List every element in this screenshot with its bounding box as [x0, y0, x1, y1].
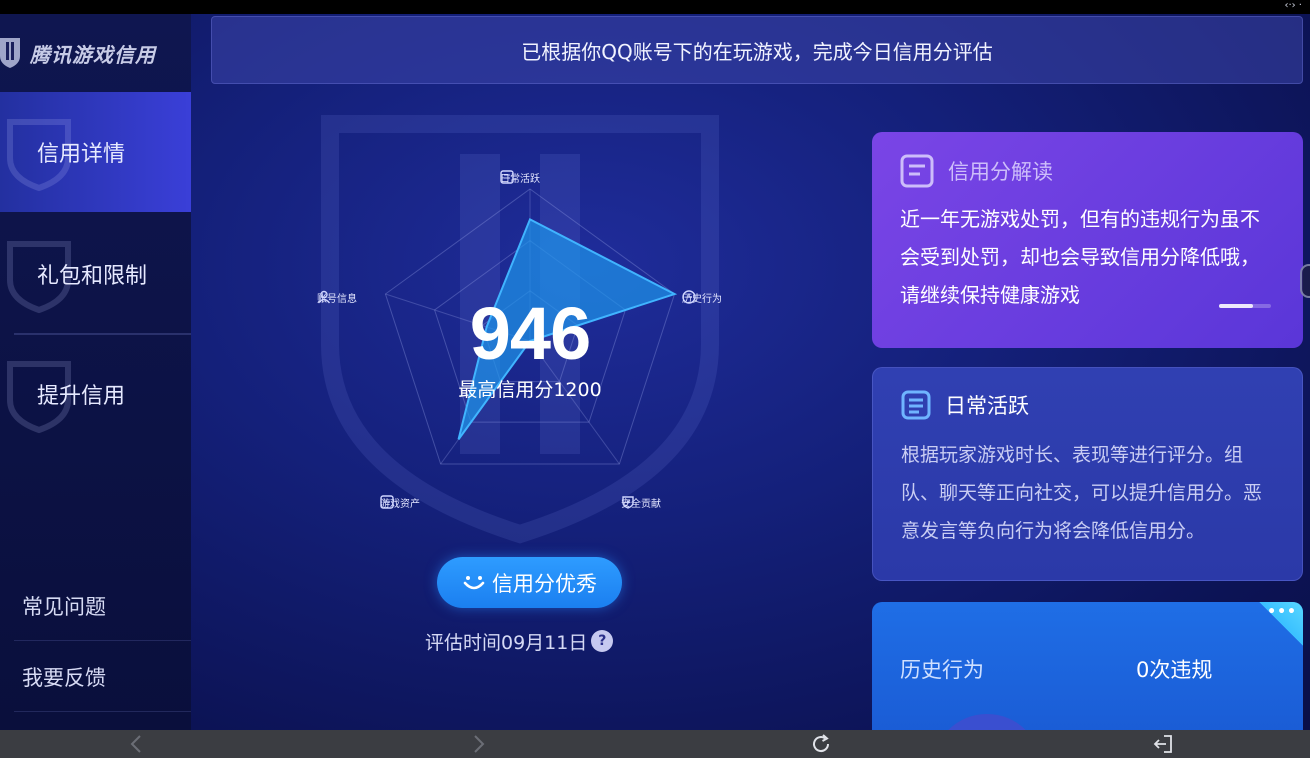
radar-chart: 日常活跃 历史行为 安全贡献 游戏资产 账号信息 946 最高信用分1200 — [260, 159, 800, 519]
page-indicator — [1219, 304, 1271, 308]
assessment-banner: 已根据你QQ账号下的在玩游戏，完成今日信用分评估 — [211, 16, 1303, 84]
card-header: 日常活跃 — [901, 390, 1029, 420]
evaluation-time-text: 评估时间09月11日 — [425, 631, 588, 654]
back-icon[interactable] — [126, 733, 148, 755]
sidebar-item-label: 礼包和限制 — [37, 264, 148, 289]
brand-title: 腾讯游戏信用 — [30, 42, 156, 67]
axis-label-daily: 日常活跃 — [500, 170, 540, 185]
document-icon — [500, 170, 514, 184]
card-body: 根据玩家游戏时长、表现等进行评分。组队、聊天等正向社交，可以提升信用分。恶意发言… — [901, 444, 1263, 542]
expand-icon: ‹·› · — [1284, 0, 1302, 11]
user-icon — [317, 290, 331, 304]
evaluation-time: 评估时间09月11日 ? — [425, 626, 614, 656]
shield-logo-icon — [0, 38, 20, 68]
axis-label-history: 历史行为 — [682, 290, 722, 305]
document-icon — [900, 154, 934, 188]
credit-grade-button[interactable]: 信用分优秀 — [437, 557, 622, 608]
sidebar-item-credit-detail[interactable]: 信用详情 — [0, 92, 191, 212]
card-header: 信用分解读 — [900, 154, 1053, 188]
sidebar-item-label: 信用详情 — [37, 142, 126, 167]
credit-grade-label: 信用分优秀 — [492, 571, 597, 596]
floating-edge-handle[interactable] — [1300, 264, 1310, 298]
more-badge[interactable]: ••• — [1259, 602, 1303, 646]
shield-icon — [622, 496, 634, 509]
navigation-bar — [0, 730, 1310, 758]
card-body: 近一年无游戏处罚，但有的违规行为虽不会受到处罚，却也会导致信用分降低哦，请继续保… — [900, 207, 1260, 307]
max-score-label: 最高信用分1200 — [458, 379, 602, 401]
history-label: 历史行为 — [900, 658, 984, 682]
history-behavior-card[interactable]: ••• 历史行为 0次违规 — [872, 602, 1303, 730]
decorative-shape — [932, 714, 1042, 730]
smile-icon — [463, 575, 485, 589]
clock-icon — [682, 290, 696, 304]
document-icon — [901, 390, 931, 420]
faq-link[interactable]: 常见问题 — [0, 571, 191, 641]
axis-label-assets: 游戏资产 — [380, 495, 420, 510]
credit-interpretation-card: 信用分解读 近一年无游戏处罚，但有的违规行为虽不会受到处罚，却也会导致信用分降低… — [872, 132, 1303, 348]
app-window: 腾讯游戏信用 信用详情 礼包和限制 提升信用 常见问题 我要反馈 已根据你QQ账… — [0, 14, 1310, 730]
axis-label-security: 安全贡献 — [621, 495, 661, 510]
sidebar-item-label: 提升信用 — [37, 384, 126, 409]
wallet-icon — [380, 495, 394, 509]
sidebar: 腾讯游戏信用 信用详情 礼包和限制 提升信用 常见问题 我要反馈 — [0, 14, 191, 730]
exit-icon[interactable] — [1152, 733, 1174, 755]
feedback-link[interactable]: 我要反馈 — [0, 642, 191, 712]
daily-activity-card: 日常活跃 根据玩家游戏时长、表现等进行评分。组队、聊天等正向社交，可以提升信用分… — [872, 367, 1303, 581]
help-icon[interactable]: ? — [591, 630, 614, 652]
sidebar-item-gifts-limits[interactable]: 礼包和限制 — [0, 214, 191, 334]
credit-score: 946 — [469, 292, 591, 375]
sidebar-item-improve-credit[interactable]: 提升信用 — [0, 334, 191, 454]
brand: 腾讯游戏信用 — [0, 30, 191, 76]
axis-label-account: 账号信息 — [317, 290, 357, 305]
refresh-icon[interactable] — [810, 733, 832, 755]
status-bar: ‹·› · — [0, 0, 1310, 14]
violation-count: 0次违规 — [1136, 658, 1213, 682]
forward-icon[interactable] — [467, 733, 489, 755]
card-title: 信用分解读 — [948, 160, 1053, 184]
card-title: 日常活跃 — [945, 394, 1029, 418]
